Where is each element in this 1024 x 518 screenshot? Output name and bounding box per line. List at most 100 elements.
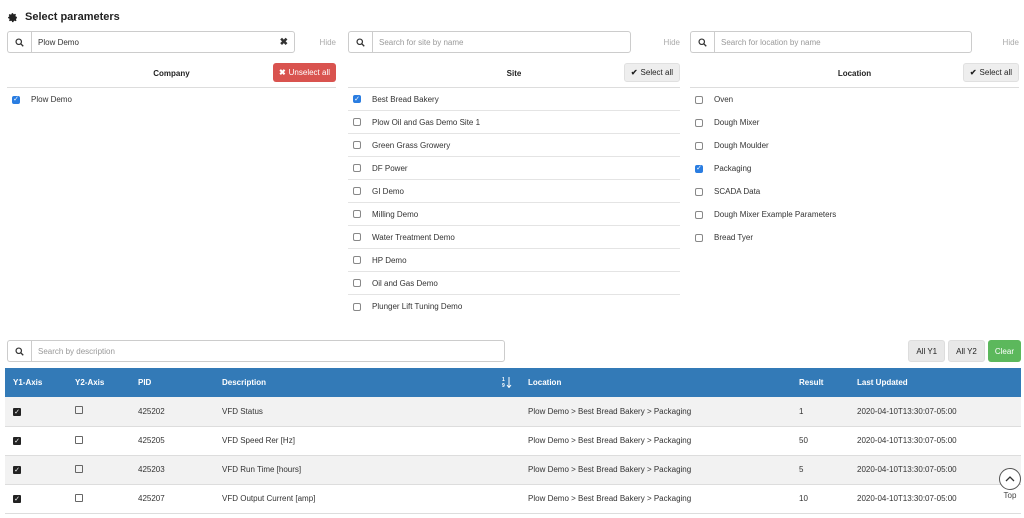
- company-search-input[interactable]: Plow Demo ✖: [31, 31, 295, 53]
- clear-search-icon[interactable]: ✖: [280, 37, 288, 48]
- y2-checkbox[interactable]: [75, 435, 83, 444]
- search-icon: [356, 37, 365, 47]
- chevron-up-icon[interactable]: [999, 468, 1021, 490]
- location-header[interactable]: Location: [520, 368, 791, 397]
- site-item-label: GI Demo: [372, 186, 405, 196]
- description-search-placeholder: Search by description: [38, 346, 115, 356]
- description-header-cell[interactable]: Description 1 9: [214, 368, 520, 397]
- y2-checkbox[interactable]: [75, 493, 83, 502]
- description-search-button[interactable]: [7, 340, 31, 362]
- y1-checkbox-checked[interactable]: ✓: [13, 466, 21, 474]
- location-item[interactable]: Dough Mixer Example Parameters: [690, 203, 1019, 226]
- y2-checkbox[interactable]: [75, 406, 83, 415]
- site-item[interactable]: HP Demo: [348, 249, 680, 272]
- checkbox-checked[interactable]: ✓: [695, 164, 703, 173]
- site-list: ✓ Best Bread Bakery Plow Oil and Gas Demo…: [348, 88, 680, 318]
- company-hide-link[interactable]: Hide: [320, 38, 336, 47]
- site-item[interactable]: Oil and Gas Demo: [348, 272, 680, 295]
- checkbox[interactable]: [353, 256, 361, 264]
- location-list: Oven Dough Mixer Dough Moulder ✓ Packagin…: [690, 88, 1019, 249]
- checkbox[interactable]: [353, 118, 361, 126]
- y1-checkbox-checked[interactable]: ✓: [13, 407, 21, 416]
- company-search-button[interactable]: [7, 31, 31, 53]
- company-column-header: Company: [153, 69, 190, 78]
- site-item[interactable]: Water Treatment Demo: [348, 226, 680, 249]
- checkbox[interactable]: [353, 141, 361, 149]
- sort-icon[interactable]: 1 9: [502, 376, 512, 388]
- site-item-label: Oil and Gas Demo: [372, 278, 438, 288]
- site-select-all-button[interactable]: ✔ Select all: [623, 63, 680, 82]
- unselect-all-button[interactable]: ✖ Unselect all: [272, 63, 336, 82]
- pid-header[interactable]: PID: [130, 368, 214, 397]
- checkbox-checked[interactable]: ✓: [353, 95, 361, 103]
- site-item[interactable]: Green Grass Growery: [348, 134, 680, 157]
- last-updated-header[interactable]: Last Updated: [849, 368, 1021, 397]
- site-item-label: Plow Oil and Gas Demo Site 1: [372, 117, 481, 127]
- clear-button[interactable]: Clear: [987, 340, 1021, 362]
- site-hide-link[interactable]: Hide: [664, 38, 680, 47]
- result-cell: 1: [791, 397, 849, 427]
- location-hide-link[interactable]: Hide: [1003, 38, 1019, 47]
- pid-cell: 425207: [130, 484, 214, 514]
- checkbox[interactable]: [353, 187, 361, 195]
- checkbox[interactable]: [353, 233, 361, 241]
- location-item-label: SCADA Data: [714, 187, 761, 196]
- site-item[interactable]: Plow Oil and Gas Demo Site 1: [348, 111, 680, 134]
- scroll-top-button[interactable]: Top: [998, 468, 1022, 500]
- checkbox[interactable]: [353, 210, 361, 218]
- location-select-all-button[interactable]: ✔ Select all: [962, 63, 1019, 82]
- result-header[interactable]: Result: [791, 368, 849, 397]
- checkbox[interactable]: [695, 233, 703, 242]
- company-search-value: Plow Demo: [38, 37, 79, 47]
- y1-axis-header[interactable]: Y1-Axis: [5, 368, 67, 397]
- location-cell: Plow Demo > Best Bread Bakery > Packagin…: [520, 426, 791, 456]
- description-cell: VFD Output Current [amp]: [214, 484, 520, 514]
- y2-axis-header[interactable]: Y2-Axis: [67, 368, 130, 397]
- site-column: Search for site by name Hide Site ✔ Sele…: [348, 31, 680, 318]
- checkbox[interactable]: [695, 95, 703, 104]
- location-item[interactable]: Bread Tyer: [690, 226, 1019, 249]
- checkbox[interactable]: [353, 164, 361, 172]
- site-item-label: Best Bread Bakery: [372, 94, 439, 104]
- checkbox[interactable]: [695, 141, 703, 150]
- site-item[interactable]: Milling Demo: [348, 203, 680, 226]
- checkbox[interactable]: [695, 118, 703, 127]
- location-item[interactable]: SCADA Data: [690, 180, 1019, 203]
- location-item[interactable]: ✓ Packaging: [690, 157, 1019, 180]
- checkbox[interactable]: [353, 279, 361, 287]
- location-item[interactable]: Oven: [690, 88, 1019, 111]
- checkbox[interactable]: [353, 302, 361, 311]
- checkbox[interactable]: [695, 187, 703, 196]
- location-search-placeholder: Search for location by name: [721, 37, 821, 47]
- location-item-label: Dough Mixer: [714, 118, 760, 127]
- y1-checkbox-checked[interactable]: ✓: [13, 437, 21, 445]
- site-item[interactable]: ✓ Best Bread Bakery: [348, 88, 680, 111]
- site-search-button[interactable]: [348, 31, 372, 53]
- description-search-input[interactable]: Search by description: [31, 340, 505, 362]
- site-search-input[interactable]: Search for site by name: [372, 31, 631, 53]
- y1-checkbox-checked[interactable]: ✓: [13, 495, 21, 503]
- top-label: Top: [1003, 491, 1017, 500]
- table-row: ✓ 425202 VFD Status Plow Demo > Best Bre…: [5, 397, 1021, 427]
- location-item-label: Bread Tyer: [714, 233, 753, 242]
- location-search-button[interactable]: [690, 31, 714, 53]
- site-item-label: Milling Demo: [372, 209, 419, 219]
- close-icon: ✖: [278, 68, 286, 77]
- company-item[interactable]: ✓ Plow Demo: [7, 88, 336, 111]
- site-item[interactable]: GI Demo: [348, 180, 680, 203]
- all-y1-button[interactable]: All Y1: [908, 340, 946, 362]
- checkbox-checked[interactable]: ✓: [12, 95, 20, 104]
- site-item[interactable]: DF Power: [348, 157, 680, 180]
- location-item[interactable]: Dough Moulder: [690, 134, 1019, 157]
- site-item[interactable]: Plunger Lift Tuning Demo: [348, 295, 680, 318]
- y2-checkbox[interactable]: [75, 464, 83, 473]
- location-search-input[interactable]: Search for location by name: [714, 31, 972, 53]
- location-item-label: Oven: [714, 95, 734, 104]
- all-y2-button[interactable]: All Y2: [948, 340, 985, 362]
- gear-icon: [8, 12, 17, 22]
- checkbox[interactable]: [695, 210, 703, 219]
- location-item[interactable]: Dough Mixer: [690, 111, 1019, 134]
- last-updated-cell: 2020-04-10T13:30:07-05:00: [849, 455, 1021, 485]
- search-icon: [15, 37, 24, 47]
- page-header: Select parameters: [7, 9, 120, 25]
